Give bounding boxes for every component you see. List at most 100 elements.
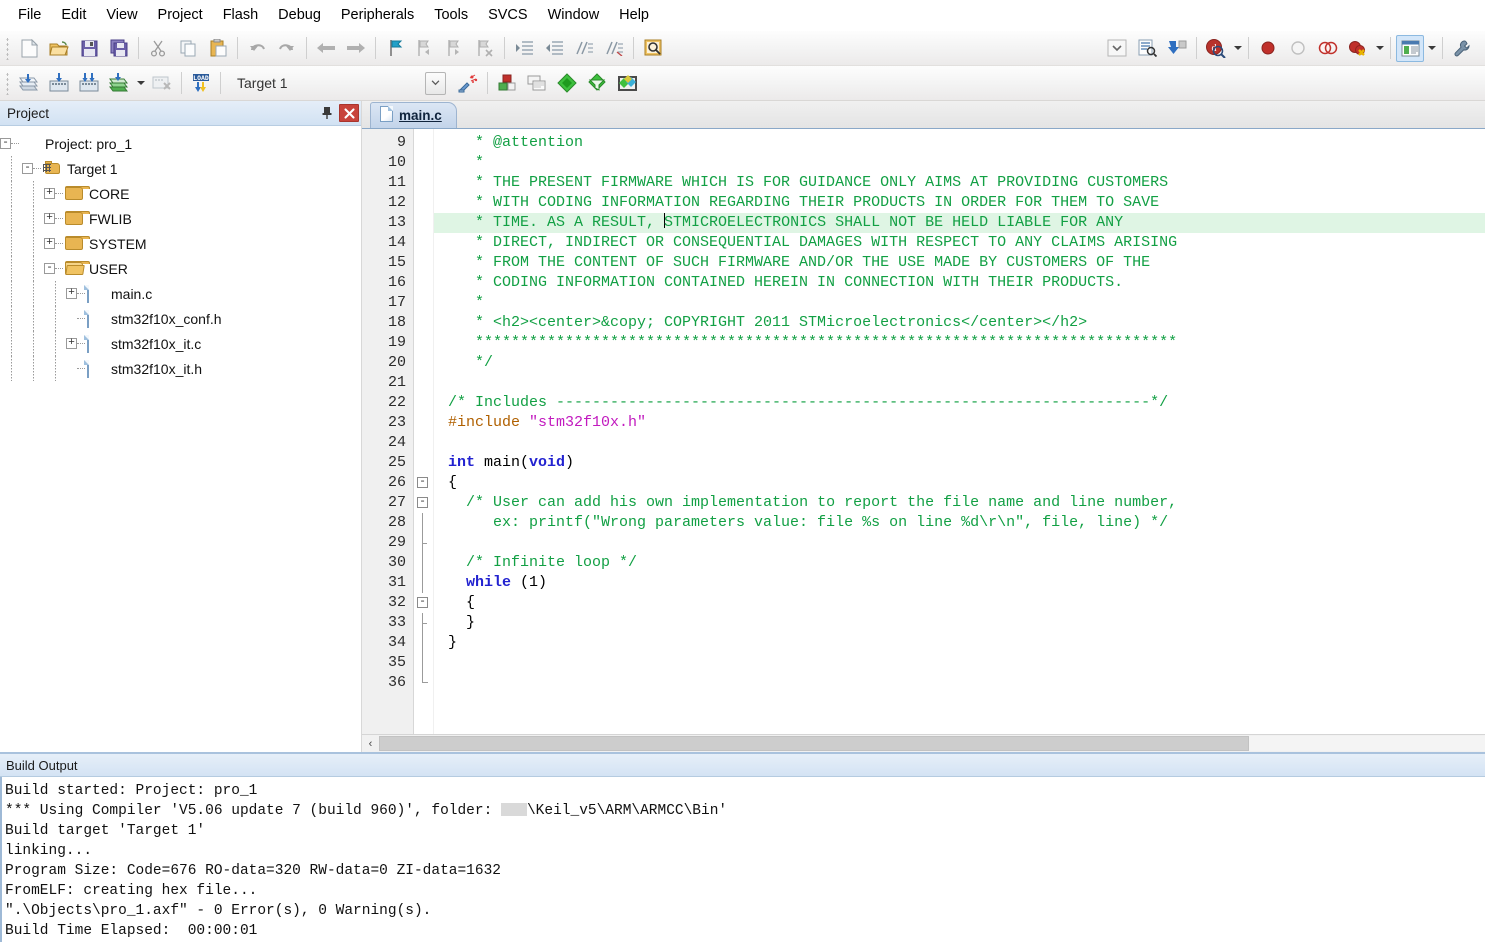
target-options-wizard-icon[interactable] xyxy=(454,70,482,97)
start-debug-session-icon[interactable]: d xyxy=(1202,35,1230,62)
menu-flash[interactable]: Flash xyxy=(213,4,268,26)
code-line[interactable]: } xyxy=(434,613,1485,633)
download-to-flash-icon[interactable] xyxy=(1163,35,1191,62)
fold-marker[interactable]: - xyxy=(414,593,433,613)
load-to-flash-icon[interactable]: LOAD xyxy=(187,70,215,97)
tree-item-stm32f10x_it.c[interactable]: + stm32f10x_it.c xyxy=(0,331,361,356)
code-line[interactable]: * xyxy=(434,153,1485,173)
code-line[interactable]: * <h2><center>&copy; COPYRIGHT 2011 STMi… xyxy=(434,313,1485,333)
tree-expand-icon[interactable]: + xyxy=(44,188,55,199)
code-line[interactable]: int main(void) xyxy=(434,453,1485,473)
scroll-left-arrow-icon[interactable]: ‹ xyxy=(362,736,379,752)
menu-help[interactable]: Help xyxy=(609,4,659,26)
scrollbar-thumb[interactable] xyxy=(379,736,1249,751)
tree-expand-icon[interactable]: + xyxy=(44,213,55,224)
code-line[interactable]: * xyxy=(434,293,1485,313)
close-icon[interactable] xyxy=(339,104,359,122)
menu-file[interactable]: File xyxy=(8,4,51,26)
scrollbar-track[interactable] xyxy=(379,736,1485,751)
code-line[interactable]: * FROM THE CONTENT OF SUCH FIRMWARE AND/… xyxy=(434,253,1485,273)
code-line[interactable] xyxy=(434,653,1485,673)
kill-all-breakpoints-icon[interactable] xyxy=(1344,35,1372,62)
disable-all-breakpoints-icon[interactable] xyxy=(1314,35,1342,62)
navigate-forward-icon[interactable] xyxy=(342,35,370,62)
build-output-log[interactable]: Build started: Project: pro_1 *** Using C… xyxy=(0,777,1485,942)
tree-item-user[interactable]: - USER xyxy=(0,256,361,281)
manage-project-items-icon[interactable] xyxy=(493,70,521,97)
indent-icon[interactable] xyxy=(510,35,538,62)
tree-item-main.c[interactable]: + main.c xyxy=(0,281,361,306)
editor-horizontal-scrollbar[interactable]: ‹ xyxy=(362,734,1485,752)
tree-expand-icon[interactable]: + xyxy=(66,288,77,299)
rebuild-all-icon[interactable] xyxy=(75,70,103,97)
menu-peripherals[interactable]: Peripherals xyxy=(331,4,424,26)
menu-edit[interactable]: Edit xyxy=(51,4,96,26)
batch-build-dropdown-caret-icon[interactable] xyxy=(134,70,147,97)
code-line[interactable]: */ xyxy=(434,353,1485,373)
menu-debug[interactable]: Debug xyxy=(268,4,331,26)
pin-icon[interactable] xyxy=(317,103,337,123)
fold-marker[interactable]: - xyxy=(414,473,433,493)
code-line[interactable]: * DIRECT, INDIRECT OR CONSEQUENTIAL DAMA… xyxy=(434,233,1485,253)
code-view[interactable]: 9 10 11 12 13 14 15 16 17 18 19 20 21 22 23 24 25 26 27 28 2… xyxy=(362,129,1485,734)
code-line[interactable]: * WITH CODING INFORMATION REGARDING THEI… xyxy=(434,193,1485,213)
find-in-files-icon[interactable] xyxy=(639,35,667,62)
code-line[interactable] xyxy=(434,373,1485,393)
navigate-back-icon[interactable] xyxy=(312,35,340,62)
copy-icon[interactable] xyxy=(174,35,202,62)
configure-icon[interactable] xyxy=(1448,35,1476,62)
translate-file-icon[interactable] xyxy=(15,70,43,97)
pack-installer-filter-icon[interactable] xyxy=(583,70,611,97)
open-file-icon[interactable] xyxy=(45,35,73,62)
code-line[interactable]: ex: printf("Wrong parameters value: file… xyxy=(434,513,1485,533)
code-line[interactable]: { xyxy=(434,473,1485,493)
code-line[interactable]: { xyxy=(434,593,1485,613)
code-line[interactable]: /* Includes ----------------------------… xyxy=(434,393,1485,413)
breakpoints-dropdown-caret-icon[interactable] xyxy=(1373,35,1386,62)
code-line[interactable] xyxy=(434,433,1485,453)
prev-bookmark-icon[interactable] xyxy=(411,35,439,62)
tree-item-core[interactable]: + CORE xyxy=(0,181,361,206)
debug-printf-icon[interactable] xyxy=(1133,35,1161,62)
save-icon[interactable] xyxy=(75,35,103,62)
tree-expand-icon[interactable]: + xyxy=(44,238,55,249)
uncomment-selection-icon[interactable] xyxy=(600,35,628,62)
tree-item-stm32f10x_conf.h[interactable]: stm32f10x_conf.h xyxy=(0,306,361,331)
combo-dropdown-icon[interactable] xyxy=(1103,35,1131,62)
menu-window[interactable]: Window xyxy=(538,4,610,26)
code-line[interactable]: while (1) xyxy=(434,573,1485,593)
comment-selection-icon[interactable] xyxy=(570,35,598,62)
undo-icon[interactable] xyxy=(243,35,271,62)
code-line[interactable]: * THE PRESENT FIRMWARE WHICH IS FOR GUID… xyxy=(434,173,1485,193)
toolbar-grip-2[interactable] xyxy=(4,71,11,95)
editor-tab-main-c[interactable]: main.c xyxy=(370,102,457,128)
next-bookmark-icon[interactable] xyxy=(441,35,469,62)
batch-build-icon[interactable] xyxy=(105,70,133,97)
tree-item-stm32f10x_it.h[interactable]: stm32f10x_it.h xyxy=(0,356,361,381)
source-code[interactable]: * @attention * * THE PRESENT FIRMWARE WH… xyxy=(434,129,1485,734)
paste-icon[interactable] xyxy=(204,35,232,62)
tree-collapse-icon[interactable]: - xyxy=(0,138,11,149)
code-line[interactable]: * CODING INFORMATION CONTAINED HEREIN IN… xyxy=(434,273,1485,293)
project-tree[interactable]: - Project: pro_1 - Target 1 + CORE + FWLIB + SYST… xyxy=(0,126,361,752)
insert-breakpoint-icon[interactable] xyxy=(1254,35,1282,62)
window-layout-icon[interactable] xyxy=(1396,34,1424,62)
menu-tools[interactable]: Tools xyxy=(424,4,478,26)
fold-marker[interactable]: - xyxy=(414,493,433,513)
menu-project[interactable]: Project xyxy=(148,4,213,26)
code-line[interactable] xyxy=(434,533,1485,553)
code-line[interactable]: * TIME. AS A RESULT, STMICROELECTRONICS … xyxy=(434,213,1485,233)
code-fold-margin[interactable]: --- xyxy=(414,129,434,734)
clear-bookmarks-icon[interactable] xyxy=(471,35,499,62)
outdent-icon[interactable] xyxy=(540,35,568,62)
layout-dropdown-caret-icon[interactable] xyxy=(1425,35,1438,62)
manage-multi-project-icon[interactable] xyxy=(523,70,551,97)
target-selector-dropdown-icon[interactable] xyxy=(425,71,446,95)
redo-icon[interactable] xyxy=(273,35,301,62)
tree-collapse-icon[interactable]: - xyxy=(44,263,55,274)
toggle-bookmark-icon[interactable] xyxy=(381,35,409,62)
menu-svcs[interactable]: SVCS xyxy=(478,4,538,26)
code-line[interactable]: } xyxy=(434,633,1485,653)
code-line[interactable] xyxy=(434,673,1485,693)
new-file-icon[interactable] xyxy=(15,35,43,62)
